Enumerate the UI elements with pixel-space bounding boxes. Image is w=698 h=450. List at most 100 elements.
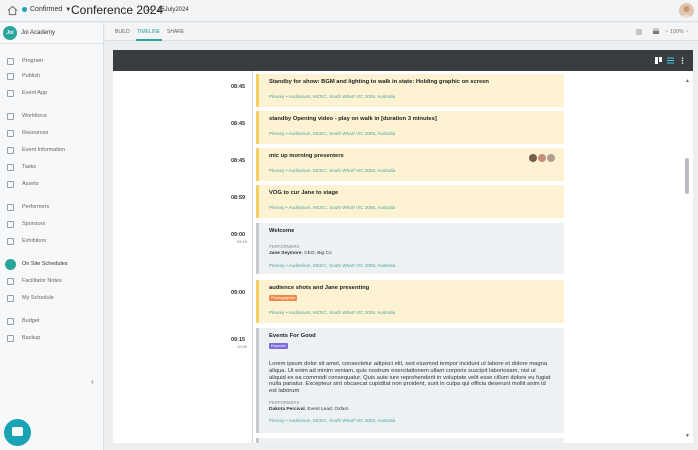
session-location: Plenary • Auditorium, MCEC, South Wharf … [269,263,396,268]
scrollbar-thumb[interactable] [685,158,689,194]
status-dot-icon [22,7,27,12]
item-time: 08:45 [231,121,246,127]
cue-card[interactable]: standby Opening video - play on walk in … [256,111,564,144]
sidebar-item-my-schedule[interactable]: My Schedule [0,291,103,305]
sidebar-item-publish[interactable]: Publish [0,69,103,83]
view-tabs: BUILD TIMELINE SHARE ~ 100% ~ [105,23,698,41]
sidebar-item-event-information[interactable]: Event Information [0,143,103,157]
tab-share[interactable]: SHARE [167,29,184,35]
status-label: Confirmed [30,6,63,13]
scroll-down-icon[interactable]: ▼ [685,433,690,439]
cue-title: mic up morning presenters [269,153,344,159]
item-end-time: 10:00 [237,344,248,349]
item-time: 09:00 [231,290,246,296]
workforce-icon [7,112,14,120]
sidebar-item-label: Budget [22,318,40,324]
phone-icon [7,89,14,97]
scroll-up-icon[interactable]: ▲ [685,78,690,84]
performer-name: Jane Seymore [269,251,302,256]
home-icon[interactable] [7,5,18,16]
sidebar-item-resources[interactable]: Resources [0,126,103,140]
sidebar-item-program[interactable]: Program [0,54,103,68]
sidebar-item-event-app[interactable]: Event App [0,86,103,100]
sidebar-item-label: Event App [22,90,48,96]
sidebar-item-label: Event Information [22,147,66,153]
resources-icon [7,129,14,137]
sidebar-item-label: Sponsors [22,221,46,227]
item-time: 08:45 [231,158,246,164]
performer-role: , CEO, Big Co [301,251,332,256]
user-avatar[interactable] [679,3,694,18]
cue-title: Standby for show: BGM and lighting to wa… [269,79,489,85]
status-dropdown[interactable]: Confirmed ▼ [22,6,71,13]
avatar [547,154,555,162]
avatar [538,154,546,162]
top-bar: Confirmed ▼ Conference 2024 24 - 25July2… [0,0,698,22]
cue-location: Plenary • Auditorium, MCEC, South Wharf … [269,168,396,173]
performer: Jane Seymore, CEO, Big Co [269,251,332,256]
sidebar-item-tasks[interactable]: Tasks [0,160,103,174]
more-vertical-icon[interactable] [679,57,686,64]
zoom-control[interactable]: ~ 100% ~ [665,29,689,35]
exhibitors-icon [7,237,14,245]
sidebar-item-label: Program [22,58,44,64]
publish-icon [7,72,14,80]
columns-view-icon[interactable] [655,57,662,64]
assignee-avatars [528,154,555,162]
sidebar-item-label: On Site Schedules [22,261,68,267]
timeline-axis [252,71,253,443]
cue-location: Plenary • Auditorium, MCEC, South Wharf … [269,94,396,99]
info-icon [7,146,14,154]
sidebar-item-budget[interactable]: Budget [0,314,103,328]
item-time: 08:59 [231,195,246,201]
cue-card[interactable]: VOG to cur Jane to stage Plenary • Audit… [256,185,564,218]
cue-location: Plenary • Auditorium, MCEC, South Wharf … [269,131,396,136]
sidebar-item-label: Workforce [22,113,47,119]
sidebar-item-workforce[interactable]: Workforce [0,109,103,123]
sidebar-item-label: Facilitator Notes [22,278,62,284]
cue-title: audience shots and Jane presenting [269,285,370,291]
avatar [529,154,537,162]
performer-name: Dakota Percival [269,407,305,412]
list-view-icon[interactable] [667,57,674,64]
cue-card[interactable]: Standby for show: BGM and lighting to wa… [256,74,564,107]
sidebar-item-label: Resources [22,130,49,136]
session-type-badge: Keynote [269,343,288,349]
sidebar-item-performers[interactable]: Performers [0,200,103,214]
performer-role: , Event Lead, Oxfam [304,407,349,412]
tab-build[interactable]: BUILD [115,29,130,35]
sidebar-item-on-site-schedules[interactable]: On Site Schedules [0,257,103,271]
sidebar-item-assets[interactable]: Assets [0,177,103,191]
sidebar-item-exhibitors[interactable]: Exhibitors [0,234,103,248]
item-time: 09:00 [231,232,246,238]
session-title: Events For Good [269,333,316,339]
session-location: Plenary • Auditorium, MCEC, South Wharf … [269,418,396,423]
session-card[interactable] [256,438,564,443]
settings-sliders-icon[interactable] [635,28,643,36]
performers-label: PERFORMERS [269,244,300,249]
session-card[interactable]: Welcome PERFORMERS Jane Seymore, CEO, Bi… [256,223,564,274]
collapse-sidebar-icon[interactable]: ‹ [91,377,94,386]
backup-icon [7,334,14,342]
session-description: Lorem ipsum dolor sit amet, consectetur … [269,361,551,395]
schedule-icon [5,258,16,270]
chat-bubble-icon [12,427,23,436]
microphone-icon [7,203,14,211]
sidebar-item-facilitator-notes[interactable]: Facilitator Notes [0,274,103,288]
cue-card[interactable]: mic up morning presenters Plenary • Audi… [256,148,564,181]
sidebar-item-label: Backup [22,335,41,341]
sidebar-item-sponsors[interactable]: Sponsors [0,217,103,231]
sidebar-item-label: Performers [22,204,50,210]
cue-location: Plenary • Auditorium, MCEC, South Wharf … [269,310,396,315]
tasks-icon [7,163,14,171]
session-card[interactable]: Events For Good Keynote Lorem ipsum dolo… [256,328,564,433]
print-icon[interactable] [652,28,660,36]
tab-timeline[interactable]: TIMELINE [137,29,160,35]
chat-button[interactable] [4,419,31,446]
program-icon [7,57,14,65]
sidebar-item-label: Publish [22,73,41,79]
sidebar-item-label: Tasks [22,164,37,170]
cue-card[interactable]: audience shots and Jane presenting Photo… [256,280,564,323]
brand-switcher[interactable]: Joi Joi Academy [0,23,103,44]
sidebar-item-backup[interactable]: Backup [0,331,103,345]
